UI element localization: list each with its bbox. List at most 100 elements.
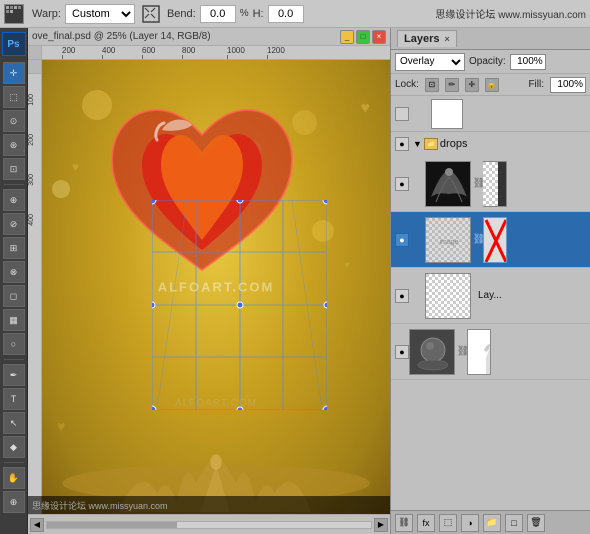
bend-input[interactable]: 0.0: [200, 5, 236, 23]
lock-all-btn[interactable]: 🔒: [485, 78, 499, 92]
h-input[interactable]: 0.0: [268, 5, 304, 23]
document-titlebar: ove_final.psd @ 25% (Layer 14, RGB/8) _ …: [28, 28, 390, 46]
bottom-scrollbar[interactable]: ◀ ▶: [28, 514, 390, 534]
separator-2: [4, 359, 24, 360]
delete-layer-btn[interactable]: 🗑: [527, 514, 545, 532]
text-tool-btn[interactable]: T: [3, 388, 25, 410]
link-layers-btn[interactable]: ⛓: [395, 514, 413, 532]
healing-tool-btn[interactable]: ⊘: [3, 213, 25, 235]
water-layer-visibility[interactable]: ●: [395, 345, 409, 359]
drops-group-name: drops: [440, 138, 468, 150]
new-group-btn[interactable]: 📁: [483, 514, 501, 532]
layers-bottom-toolbar: ⛓ fx ⬚ ◑ 📁 □ 🗑: [391, 510, 590, 534]
layers-tab[interactable]: Layers ×: [397, 30, 457, 47]
active-layer[interactable]: ● image ⛓: [391, 212, 590, 268]
document-title: ove_final.psd @ 25% (Layer 14, RGB/8): [32, 31, 338, 42]
layers-list[interactable]: ● ▼ 📁 drops ● ⛓: [391, 132, 590, 510]
color-swatch-row: [391, 96, 590, 132]
svg-text:image: image: [439, 239, 458, 246]
marquee-tool-btn[interactable]: ⬚: [3, 86, 25, 108]
transparent-layer[interactable]: ● Lay...: [391, 268, 590, 324]
shape-tool-btn[interactable]: ◆: [3, 436, 25, 458]
bend-label: Bend:: [167, 8, 196, 20]
left-toolbar: Ps ✛ ⬚ ⊙ ⊛ ⊡ ⊕ ⊘ ⊞ ⊗ ◻ ▦ ○ ✒ T ↖ ◆ ✋ ⊕: [0, 28, 28, 534]
eyedropper-tool-btn[interactable]: ⊕: [3, 189, 25, 211]
blend-mode-select[interactable]: Overlay: [395, 53, 465, 71]
layers-panel: Layers × Overlay Opacity: Lock: ⊡ ✏ ✛ 🔒 …: [390, 28, 590, 534]
h-label: H:: [253, 8, 264, 20]
warp-mesh: [152, 200, 327, 410]
ps-logo: Ps: [2, 32, 26, 56]
water-layer[interactable]: ● ⛓: [391, 324, 590, 380]
hand-tool-btn[interactable]: ✋: [3, 467, 25, 489]
maximize-btn[interactable]: □: [356, 30, 370, 44]
canvas-image[interactable]: ♥ ♥ ♥ ♥: [42, 60, 390, 514]
zoom-tool-btn[interactable]: ⊕: [3, 491, 25, 513]
forum-watermark-bar: 思缘设计论坛 www.missyuan.com: [28, 496, 390, 514]
percent-label: %: [240, 8, 249, 19]
drops-group-header[interactable]: ● ▼ 📁 drops: [391, 132, 590, 156]
close-btn[interactable]: ×: [372, 30, 386, 44]
gradient-tool-btn[interactable]: ▦: [3, 309, 25, 331]
crop-tool-btn[interactable]: ⊡: [3, 158, 25, 180]
lock-transparency-btn[interactable]: ⊡: [425, 78, 439, 92]
fill-label: Fill:: [528, 79, 544, 90]
top-watermark: 思缘设计论坛 www.missyuan.com: [435, 6, 586, 21]
path-select-tool-btn[interactable]: ↖: [3, 412, 25, 434]
opacity-label: Opacity:: [469, 56, 506, 67]
lock-pixels-btn[interactable]: ✏: [445, 78, 459, 92]
drops-layer-1[interactable]: ● ⛓: [391, 156, 590, 212]
horizontal-scrollbar-thumb[interactable]: [47, 522, 177, 528]
brush-tool-btn[interactable]: ⊞: [3, 237, 25, 259]
active-layer-visibility[interactable]: ●: [395, 233, 409, 247]
layer-1-mask: [483, 161, 507, 207]
white-layer-thumb: [431, 99, 463, 129]
drops-group-visibility[interactable]: ●: [395, 137, 409, 151]
forum-watermark-text: 思缘设计论坛 www.missyuan.com: [32, 499, 168, 512]
quick-select-tool-btn[interactable]: ⊛: [3, 134, 25, 156]
layers-tab-bar: Layers ×: [391, 28, 590, 50]
drops-group-folder-icon: 📁: [424, 138, 438, 150]
secondary-watermark: ALFOART.COM: [175, 398, 257, 409]
horizontal-ruler: 200 400 600 800 1000 1200: [28, 46, 390, 60]
photoshop-logo-area: [4, 4, 24, 24]
vertical-ruler: 100 200 300 400: [28, 60, 42, 514]
opacity-input[interactable]: [510, 54, 546, 70]
pen-tool-btn[interactable]: ✒: [3, 364, 25, 386]
active-layer-thumb: image: [425, 217, 471, 263]
clone-tool-btn[interactable]: ⊗: [3, 261, 25, 283]
foreground-color[interactable]: [395, 107, 409, 121]
scroll-left-btn[interactable]: ◀: [30, 518, 44, 532]
expand-icon[interactable]: ▼: [413, 139, 422, 149]
dodge-tool-btn[interactable]: ○: [3, 333, 25, 355]
lock-row: Lock: ⊡ ✏ ✛ 🔒 Fill:: [391, 74, 590, 96]
scroll-right-btn[interactable]: ▶: [374, 518, 388, 532]
transparent-layer-name: Lay...: [478, 290, 502, 301]
minimize-btn[interactable]: _: [340, 30, 354, 44]
separator-3: [4, 462, 24, 463]
lock-label: Lock:: [395, 79, 419, 90]
layer-1-thumb: [425, 161, 471, 207]
layer-effects-btn[interactable]: fx: [417, 514, 435, 532]
add-mask-btn[interactable]: ⬚: [439, 514, 457, 532]
top-toolbar: Warp: Custom Bend: 0.0 % H: 0.0 思缘设计论坛 w…: [0, 0, 590, 28]
eraser-tool-btn[interactable]: ◻: [3, 285, 25, 307]
fill-input[interactable]: [550, 77, 586, 93]
water-layer-mask: [467, 329, 491, 375]
layers-tab-close-btn[interactable]: ×: [445, 34, 450, 44]
warp-select[interactable]: Custom: [65, 4, 135, 24]
horizontal-scrollbar-track[interactable]: [46, 521, 372, 529]
move-tool-btn[interactable]: ✛: [3, 62, 25, 84]
lock-position-btn[interactable]: ✛: [465, 78, 479, 92]
new-adjustment-btn[interactable]: ◑: [461, 514, 479, 532]
transparent-layer-thumb: [425, 273, 471, 319]
layer-1-visibility[interactable]: ●: [395, 177, 409, 191]
lasso-tool-btn[interactable]: ⊙: [3, 110, 25, 132]
new-layer-btn[interactable]: □: [505, 514, 523, 532]
water-layer-thumb: [409, 329, 455, 375]
warp-label: Warp:: [32, 8, 61, 20]
image-watermark: ALFOART.COM: [158, 280, 275, 295]
transform-icon: [141, 4, 161, 24]
separator-1: [4, 184, 24, 185]
transparent-layer-visibility[interactable]: ●: [395, 289, 409, 303]
